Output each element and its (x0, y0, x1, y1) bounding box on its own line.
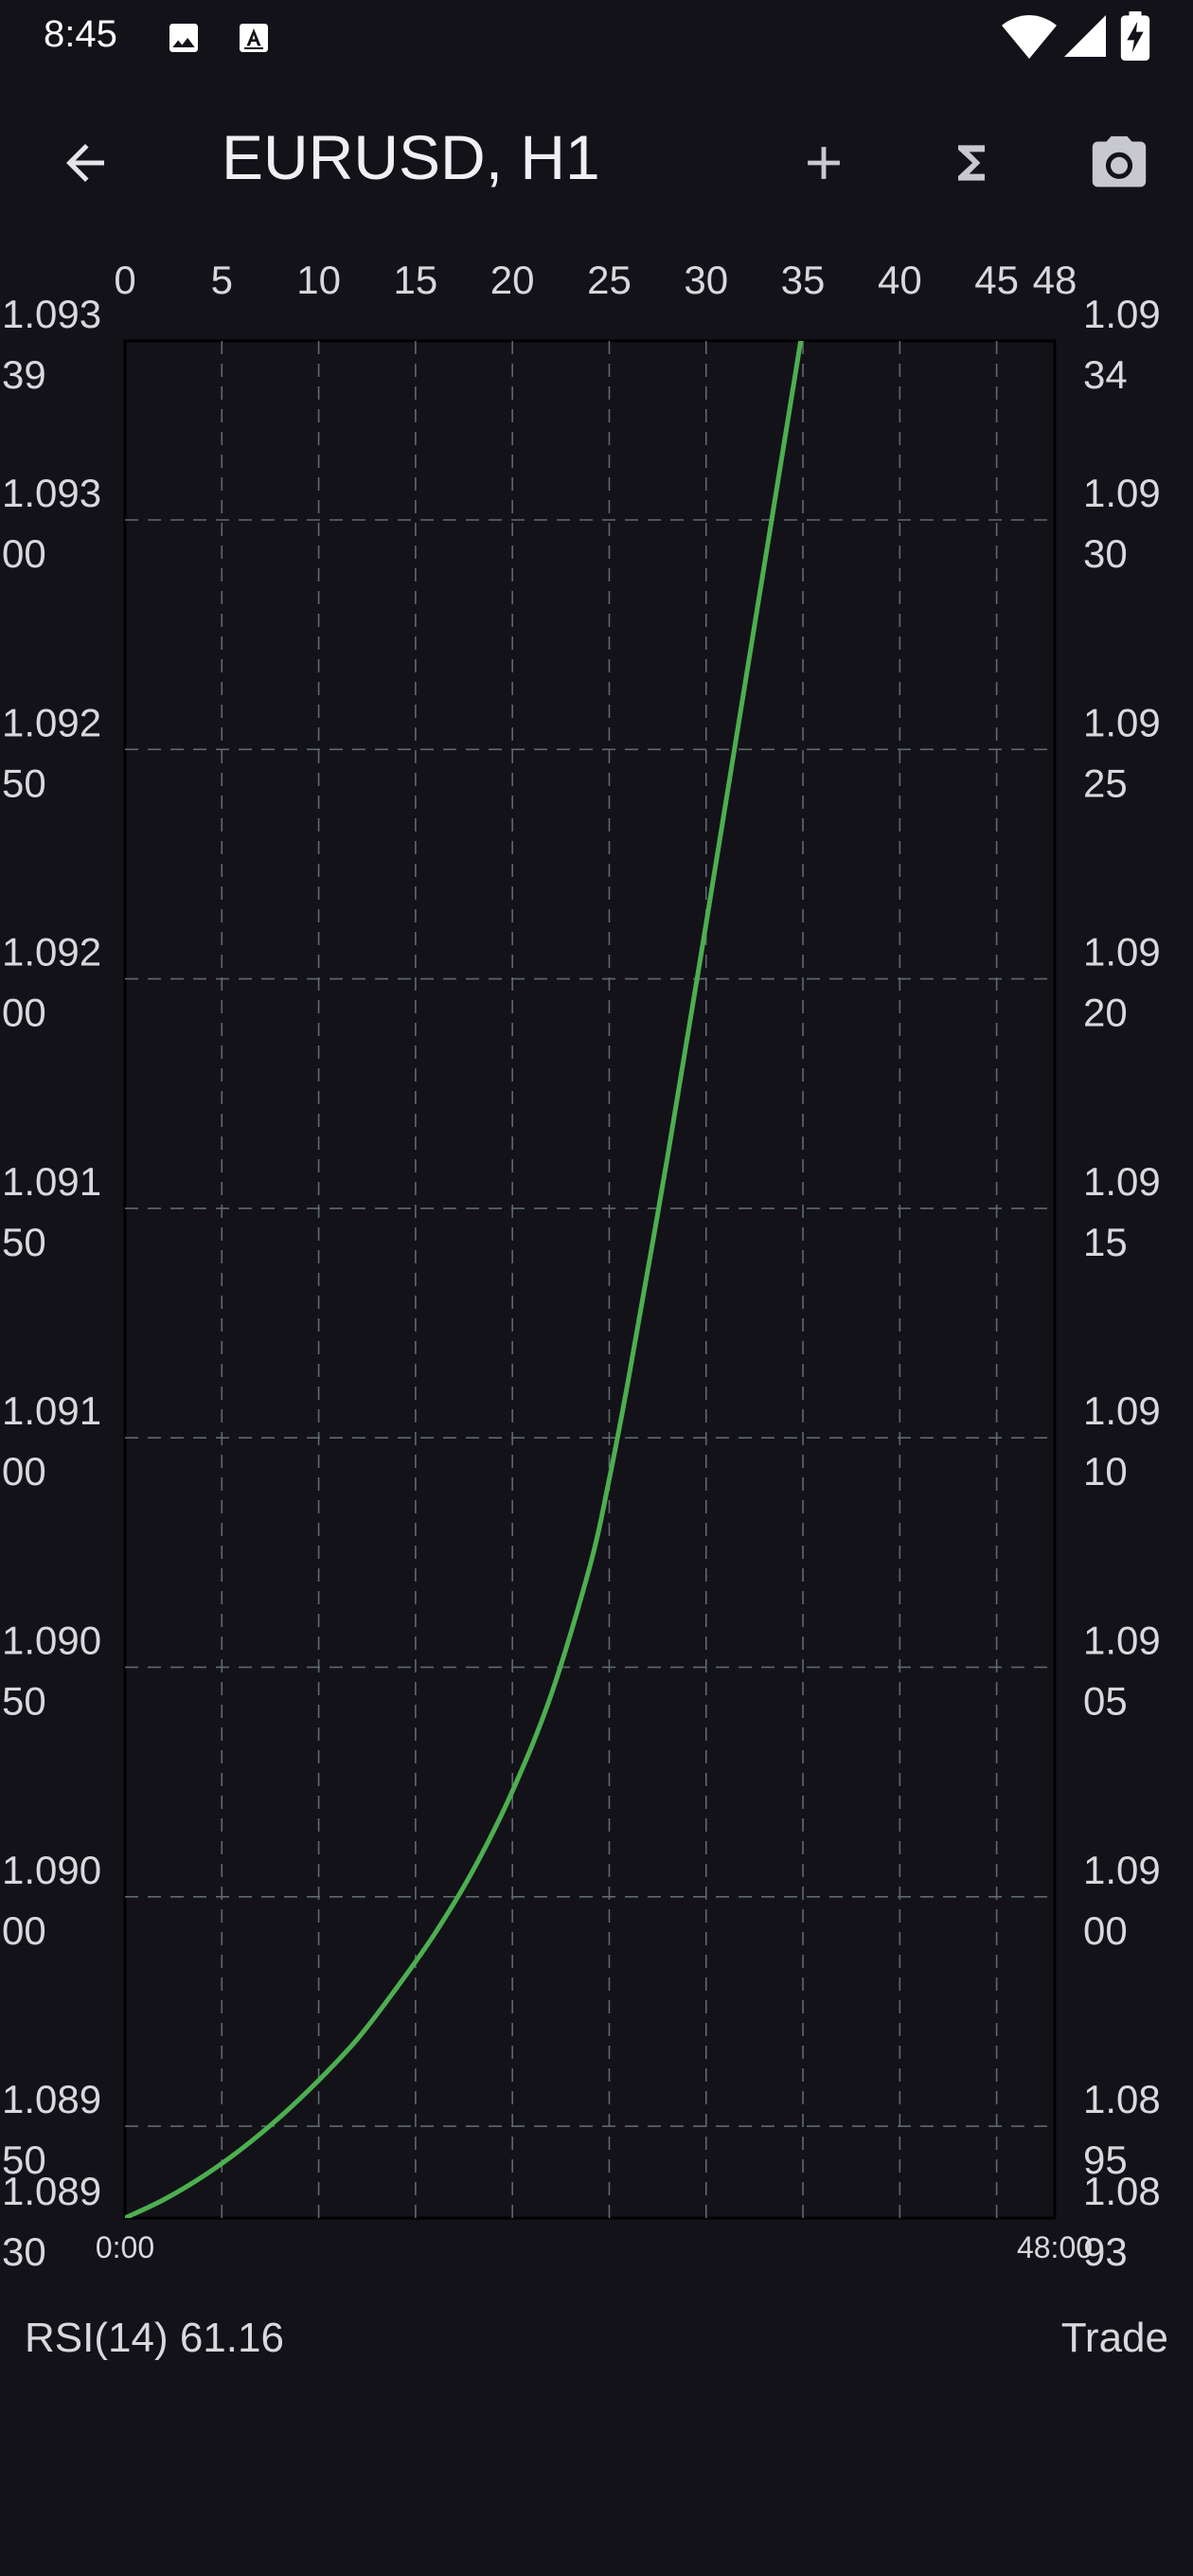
y-tick-label-right: 1.08 (1083, 2169, 1161, 2213)
y-tick-label-left: 1.092 (2, 700, 101, 744)
y-tick-label-right: 34 (1083, 352, 1128, 397)
y-tick-label-right: 1.09 (1083, 1618, 1161, 1662)
x-tick-label: 35 (781, 258, 826, 302)
signal-icon (1064, 15, 1106, 57)
y-tick-label-left: 1.093 (2, 292, 101, 336)
x-time-label-start: 0:00 (96, 2230, 154, 2264)
y-tick-label-right: 1.09 (1083, 700, 1161, 744)
x-tick-label: 45 (974, 258, 1019, 302)
arrow-left-icon (66, 144, 104, 182)
image-icon (169, 24, 198, 52)
x-tick-label: 25 (587, 258, 632, 302)
y-tick-label-left: 50 (2, 1678, 46, 1723)
y-tick-label-right: 1.09 (1083, 1388, 1161, 1433)
y-tick-label-right: 20 (1083, 991, 1128, 1035)
y-tick-label-left: 30 (2, 2229, 46, 2273)
y-tick-label-left: 00 (2, 1449, 46, 1494)
text-box-icon (240, 24, 268, 52)
y-tick-label-right: 15 (1083, 1220, 1128, 1264)
x-time-label-end: 48:00 (1017, 2230, 1093, 2264)
plot-area (123, 339, 1057, 2220)
y-tick-label-left: 1.089 (2, 2169, 101, 2213)
add-button[interactable] (776, 116, 871, 210)
plus-icon (808, 147, 840, 179)
y-tick-label-left: 1.090 (2, 1848, 101, 1892)
wifi-icon (1002, 15, 1057, 59)
rsi-indicator-label: RSI(14) 61.16 (25, 2315, 284, 2361)
sigma-icon (958, 145, 985, 181)
y-tick-label-right: 1.09 (1083, 1159, 1161, 1204)
y-tick-label-right: 1.08 (1083, 2077, 1161, 2121)
y-tick-label-left: 00 (2, 991, 46, 1035)
y-tick-label-right: 1.09 (1083, 1848, 1161, 1892)
y-tick-label-left: 00 (2, 1908, 46, 1953)
x-tick-label: 30 (684, 258, 728, 302)
price-chart[interactable]: 0 5 10 15 20 25 30 35 40 45 48 1.093 39 1.093 00 1.092 5… (0, 246, 1193, 2273)
screenshot-button[interactable] (1072, 116, 1166, 210)
x-tick-label: 48 (1033, 258, 1077, 302)
trade-button[interactable]: Trade (1061, 2315, 1168, 2362)
x-tick-label: 15 (394, 258, 438, 302)
y-tick-label-left: 1.091 (2, 1159, 101, 1204)
y-tick-label-right: 1.09 (1083, 930, 1161, 975)
y-tick-label-left: 50 (2, 760, 46, 805)
y-tick-label-left: 1.090 (2, 1618, 101, 1662)
status-time: 8:45 (44, 13, 117, 55)
status-bar: 8:45 (0, 0, 1193, 76)
y-tick-label-left: 1.092 (2, 930, 101, 975)
indicators-button[interactable] (924, 116, 1019, 210)
y-tick-label-left: 1.091 (2, 1388, 101, 1433)
x-tick-label: 0 (114, 258, 135, 302)
chart-canvas[interactable]: 0 5 10 15 20 25 30 35 40 45 481.093391.093001.0925… (0, 246, 1193, 2273)
y-tick-label-left: 1.089 (2, 2077, 101, 2121)
y-tick-label-left: 39 (2, 352, 46, 397)
y-tick-label-right: 10 (1083, 1449, 1128, 1494)
x-tick-label: 10 (296, 258, 341, 302)
x-tick-label: 20 (490, 258, 535, 302)
y-tick-label-right: 1.09 (1083, 292, 1161, 336)
x-tick-label: 5 (211, 258, 233, 302)
camera-icon (1092, 135, 1147, 188)
back-button[interactable] (38, 116, 133, 210)
y-tick-label-left: 1.093 (2, 471, 101, 515)
battery-charging-icon (1120, 11, 1150, 61)
y-tick-label-left: 50 (2, 1220, 46, 1264)
y-tick-label-right: 30 (1083, 531, 1128, 576)
y-tick-label-right: 05 (1083, 1678, 1128, 1723)
y-tick-label-right: 25 (1083, 760, 1128, 805)
y-tick-label-right: 1.09 (1083, 471, 1161, 515)
y-tick-label-left: 00 (2, 531, 46, 576)
x-tick-label: 40 (878, 258, 922, 302)
y-tick-label-right: 00 (1083, 1908, 1128, 1953)
toolbar: EURUSD, H1 (0, 95, 1193, 227)
page-title: EURUSD, H1 (222, 122, 600, 192)
